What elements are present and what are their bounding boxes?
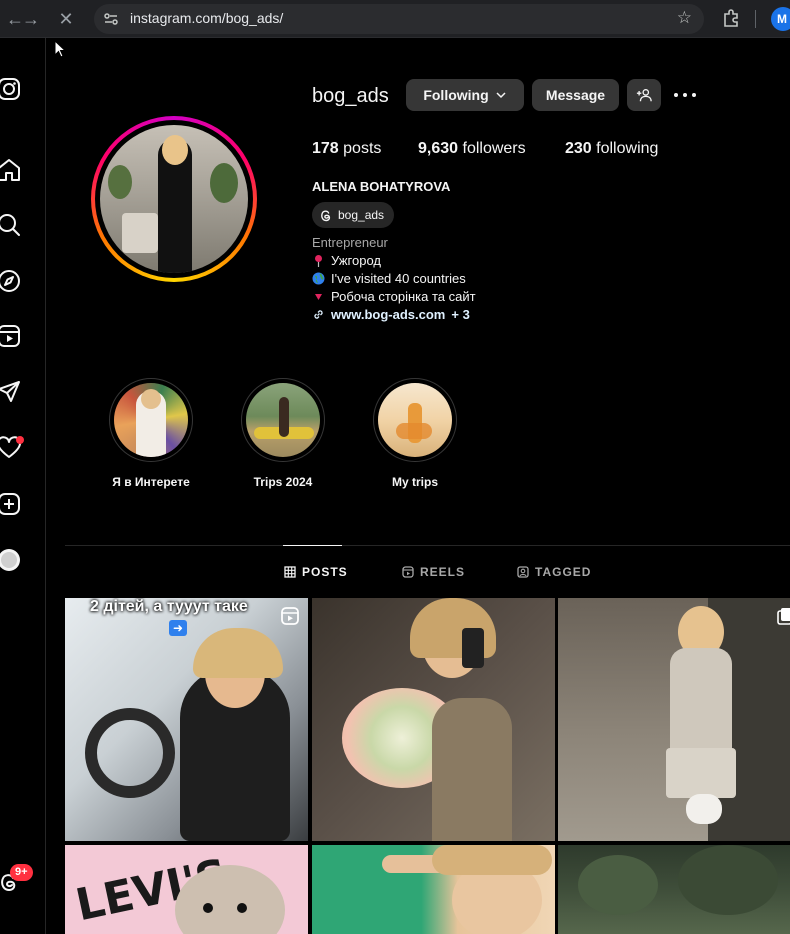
highlight-label: Trips 2024 [253,475,313,489]
tabs-divider [65,545,790,546]
post-tile[interactable] [558,845,790,934]
globe-icon [312,272,325,285]
message-button-label: Message [545,87,606,103]
notification-dot [16,436,24,444]
highlight-cover [241,378,325,462]
active-tab-indicator [283,545,342,546]
posts-count-stat: 178 posts [312,140,382,157]
reels-icon[interactable] [0,323,22,349]
following-button[interactable]: Following [406,79,524,111]
grid-icon [284,566,296,578]
profile-avatar-icon[interactable] [0,547,22,573]
home-icon[interactable] [0,157,22,183]
message-button[interactable]: Message [532,79,619,111]
url-text[interactable]: instagram.com/bog_ads/ [130,10,283,26]
profile-avatar-story-ring[interactable] [91,116,257,282]
red-triangle-down-icon [315,294,322,300]
post-tile[interactable]: 2 дітей, а тууут таке ➜ [65,598,308,841]
create-plus-icon[interactable] [0,491,22,517]
post-tile[interactable] [312,845,555,934]
reels-icon [402,566,414,578]
profile-username: bog_ads [312,85,389,107]
tagged-user-icon [517,566,529,578]
more-links[interactable]: + 3 [451,307,469,322]
suggested-users-button[interactable] [627,79,661,111]
pin-icon [315,255,322,267]
browser-toolbar: ← → ✕ instagram.com/bog_ads/ ☆ M [0,0,790,38]
post-tile[interactable]: LEVI'S [65,845,308,934]
instagram-logo-icon[interactable] [0,76,22,102]
bio-external-link[interactable]: www.bog-ads.com + 3 [312,307,470,322]
search-icon[interactable] [0,212,22,238]
browser-profile-avatar[interactable]: M [771,7,790,31]
highlight-cover [109,378,193,462]
threads-icon [321,210,331,221]
profile-category: Entrepreneur [312,235,388,250]
followers-count-stat[interactable]: 9,630 followers [418,140,526,158]
profile-avatar [100,125,248,273]
notification-count-badge: 9+ [10,864,33,881]
direct-messages-icon[interactable] [0,379,22,405]
bio-line-countries: I've visited 40 countries [312,271,466,286]
link-icon [314,310,323,319]
threads-handle: bog_ads [338,208,385,222]
post-tile[interactable] [558,598,790,841]
highlight-label: Я в Интерете [112,475,190,489]
mouse-cursor-icon [54,40,66,58]
post-tile[interactable] [312,598,555,841]
site-settings-icon[interactable] [102,10,120,28]
reel-badge-icon [281,607,299,625]
bio-line-work-page: Робоча сторінка та сайт [312,289,476,304]
arrow-emoji-icon: ➜ [169,620,187,636]
carousel-badge-icon [777,608,790,625]
explore-compass-icon[interactable] [0,268,22,294]
left-sidebar: 9+ [0,38,46,934]
address-bar[interactable]: instagram.com/bog_ads/ ☆ [94,4,704,34]
following-count-stat[interactable]: 230 following [565,140,658,158]
bio-line-location: Ужгород [312,253,381,268]
tab-tagged[interactable]: TAGGED [517,565,591,579]
bookmark-star-icon[interactable]: ☆ [677,8,692,28]
threads-profile-link[interactable]: bog_ads [312,202,395,228]
website-link[interactable]: www.bog-ads.com [331,307,445,322]
highlight-cover [373,378,457,462]
highlight-label: My trips [391,475,438,489]
chevron-down-icon [496,92,506,99]
add-user-icon [636,89,652,102]
forward-icon[interactable]: → [18,6,44,32]
tab-posts[interactable]: POSTS [284,565,348,579]
post-caption: 2 дітей, а тууут таке [90,598,248,615]
tab-reels[interactable]: REELS [402,565,465,579]
following-button-label: Following [423,87,489,103]
toolbar-separator [755,10,756,28]
more-options-icon[interactable] [674,86,696,104]
stop-loading-icon[interactable]: ✕ [53,6,79,32]
extensions-icon[interactable] [720,7,742,29]
profile-full-name: ALENA BOHATYROVA [312,179,451,194]
